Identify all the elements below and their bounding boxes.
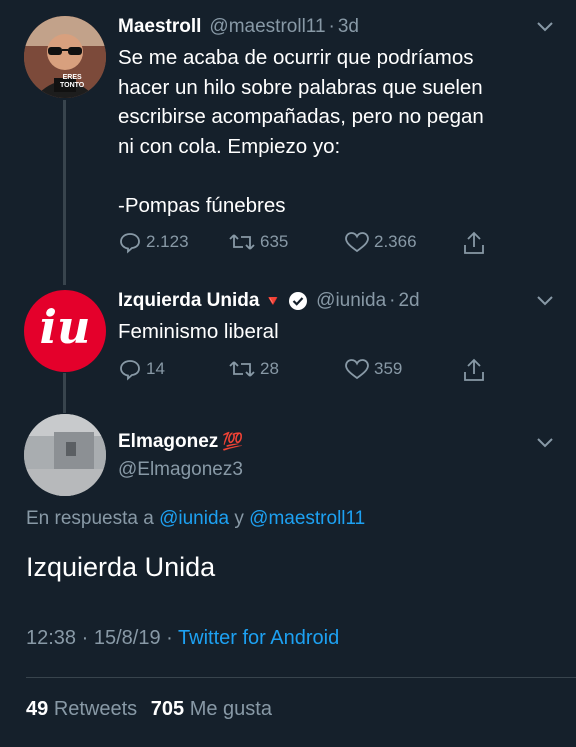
iu-logo: iu bbox=[39, 300, 91, 354]
tweet-time: 12:38 bbox=[26, 627, 77, 649]
reply-button[interactable]: 14 bbox=[118, 357, 165, 381]
main-tweet-text: Izquierda Unida bbox=[26, 552, 216, 582]
retweet-icon bbox=[229, 361, 255, 377]
avatar[interactable]: iu bbox=[24, 290, 106, 372]
retweets-stat[interactable]: 49 Retweets bbox=[26, 698, 143, 720]
timestamp[interactable]: 2d bbox=[398, 290, 419, 312]
retweet-label: Retweets bbox=[53, 698, 138, 720]
tweet-actions: 2.123 635 2.366 bbox=[118, 230, 498, 256]
handle[interactable]: @maestroll11 bbox=[209, 16, 325, 38]
avatar[interactable] bbox=[24, 414, 106, 496]
display-name[interactable]: Elmagonez bbox=[118, 431, 218, 453]
tweet-header: Maestroll @maestroll11 · 3d bbox=[118, 16, 359, 38]
separator: · bbox=[166, 627, 173, 649]
tweet-meta: 12:38 · 15/8/19 · Twitter for Android bbox=[26, 627, 339, 650]
chevron-down-icon[interactable] bbox=[536, 437, 554, 449]
tweet-text: Se me acaba de ocurrir que podríamos hac… bbox=[118, 46, 484, 217]
reply-mention-iunida[interactable]: @iunida bbox=[159, 508, 229, 529]
tweet-text: Feminismo liberal bbox=[118, 320, 279, 343]
like-count: 2.366 bbox=[374, 232, 417, 251]
reply-count: 2.123 bbox=[146, 232, 189, 251]
red-triangle-emoji: 🔻 bbox=[263, 293, 283, 310]
like-total: 705 bbox=[150, 698, 185, 720]
retweet-count: 635 bbox=[260, 232, 289, 251]
retweet-total: 49 bbox=[26, 698, 49, 720]
display-name[interactable]: Izquierda Unida bbox=[118, 290, 259, 312]
handle[interactable]: @Elmagonez3 bbox=[118, 459, 243, 481]
separator: · bbox=[389, 290, 396, 311]
reply-mention-maestroll[interactable]: @maestroll11 bbox=[249, 508, 365, 529]
share-icon[interactable] bbox=[462, 230, 486, 256]
likes-stat[interactable]: 705 Me gusta bbox=[151, 698, 272, 720]
divider bbox=[26, 677, 576, 678]
handle[interactable]: @iunida bbox=[316, 290, 386, 312]
avatar[interactable]: ERES TONTO bbox=[24, 16, 106, 98]
retweet-count: 28 bbox=[260, 359, 279, 378]
chevron-down-icon[interactable] bbox=[536, 295, 554, 307]
tweet-stats: 49 Retweets 705 Me gusta bbox=[26, 698, 272, 721]
tweet-source-link[interactable]: Twitter for Android bbox=[178, 627, 339, 649]
like-count: 359 bbox=[374, 359, 403, 378]
like-button[interactable]: 359 bbox=[344, 357, 402, 381]
handle-line: @Elmagonez3 bbox=[118, 459, 243, 481]
reply-conjunction: y bbox=[234, 508, 244, 529]
like-label: Me gusta bbox=[189, 698, 272, 720]
separator: · bbox=[81, 627, 89, 649]
avatar-badge: ERES TONTO bbox=[60, 74, 85, 89]
display-name[interactable]: Maestroll bbox=[118, 16, 201, 38]
reply-count: 14 bbox=[146, 359, 165, 378]
tweet-header: Elmagonez 💯 bbox=[118, 431, 243, 453]
like-button[interactable]: 2.366 bbox=[344, 230, 417, 254]
reply-icon bbox=[120, 360, 140, 381]
reply-context: En respuesta a @iunida y @maestroll11 bbox=[26, 508, 365, 530]
retweet-button[interactable]: 635 bbox=[228, 230, 288, 254]
verified-icon bbox=[289, 292, 308, 310]
like-icon bbox=[345, 359, 369, 380]
hundred-points-emoji: 💯 bbox=[222, 432, 244, 451]
reply-icon bbox=[120, 233, 140, 254]
thread-line bbox=[63, 373, 66, 413]
tweet-header: Izquierda Unida 🔻 @iunida · 2d bbox=[118, 290, 420, 312]
chevron-down-icon[interactable] bbox=[536, 21, 554, 33]
reply-prefix: En respuesta a bbox=[26, 508, 154, 529]
thread-line bbox=[63, 100, 66, 285]
retweet-icon bbox=[229, 234, 255, 250]
like-icon bbox=[345, 232, 369, 253]
retweet-button[interactable]: 28 bbox=[228, 357, 279, 381]
tweet-actions: 14 28 359 bbox=[118, 357, 498, 383]
timestamp[interactable]: 3d bbox=[338, 16, 359, 38]
share-icon[interactable] bbox=[462, 357, 486, 383]
tweet-date: 15/8/19 bbox=[93, 627, 161, 649]
separator: · bbox=[328, 16, 335, 37]
reply-button[interactable]: 2.123 bbox=[118, 230, 189, 254]
